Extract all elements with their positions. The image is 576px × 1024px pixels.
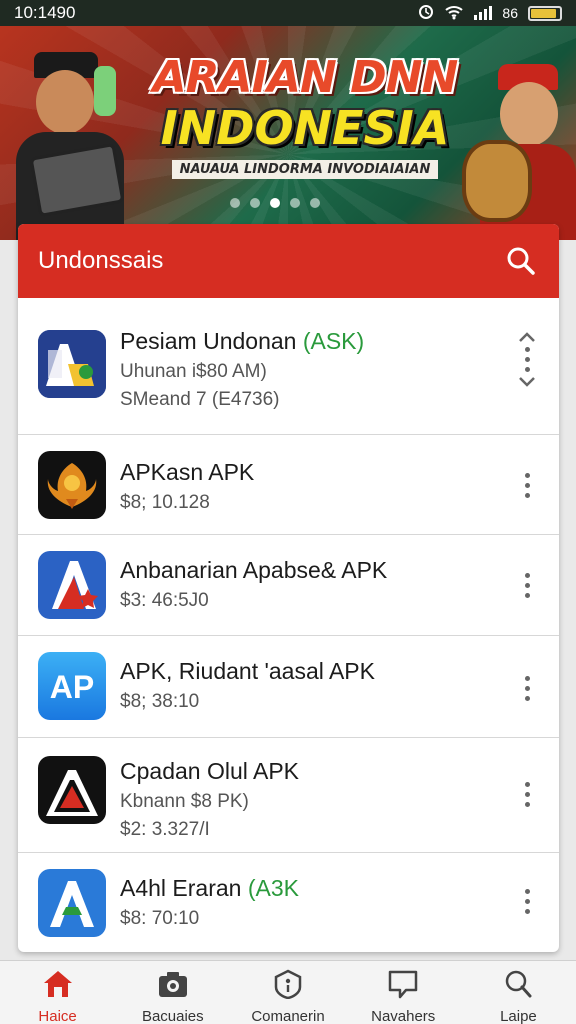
app-detail: Kbnann $8 PK)	[120, 791, 249, 812]
maracas-icon	[94, 66, 116, 116]
nav-label: Bacuaies	[141, 1008, 204, 1024]
chat-icon	[386, 969, 420, 1004]
carousel-dot[interactable]	[230, 198, 240, 208]
carousel-dot[interactable]	[310, 198, 320, 208]
list-item[interactable]: Cpadan Olul APK Kbnann $8 PK) $2: 3.327/…	[18, 738, 559, 853]
carousel-dots[interactable]	[230, 198, 320, 208]
app-name: A4hl Eraran	[120, 875, 242, 901]
app-detail: $8: 70:10	[120, 908, 200, 929]
scroll-handle[interactable]	[515, 332, 539, 387]
app-detail: Uhunan i$80 AM)	[120, 361, 267, 382]
nav-home[interactable]: Haice	[0, 961, 115, 1024]
ap-icon: AP	[38, 652, 106, 720]
nav-label: Haice	[38, 1008, 77, 1024]
app-detail: $3: 46:5J0	[120, 590, 209, 611]
more-options-icon[interactable]	[515, 889, 539, 914]
camera-icon	[156, 969, 190, 1004]
banner-title-line2: INDONESIA	[160, 101, 450, 155]
nav-bacuaies[interactable]: Bacuaies	[115, 961, 230, 1024]
app-tag: (ASK)	[302, 328, 365, 354]
app-list-card: Undonssais Pesiam Undonan (ASK) Uhunan i…	[18, 224, 559, 952]
banner-subtitle: NAUAUA LINDORMA INVODIAIAIAN	[171, 160, 439, 179]
app-name: Cpadan Olul APK	[120, 758, 300, 784]
carousel-dot[interactable]	[250, 198, 260, 208]
app-name: APK, Riudant 'aasal APK	[120, 658, 375, 684]
app-name: Anbanarian Apabse& APK	[120, 557, 388, 583]
more-options-icon[interactable]	[515, 782, 539, 807]
banner-title: ARAIAN DNN INDONESIA NAUAUA LINDORMA INV…	[140, 54, 470, 179]
app-detail: $2: 3.327/I	[120, 819, 210, 840]
person-icon	[501, 969, 535, 1004]
app-name: Pesiam Undonan	[120, 328, 297, 354]
card-title: Undonssais	[38, 247, 164, 274]
blue-a-icon	[38, 869, 106, 937]
carousel-dot[interactable]	[270, 198, 280, 208]
app-detail: $8; 10.128	[120, 492, 210, 513]
battery-icon	[528, 5, 562, 21]
nav-navahers[interactable]: Navahers	[346, 961, 461, 1024]
card-header: Undonssais	[18, 224, 559, 298]
promo-banner[interactable]: ARAIAN DNN INDONESIA NAUAUA LINDORMA INV…	[0, 26, 576, 240]
bottom-nav: Haice Bacuaies Comanerin Navahers Laipe	[0, 960, 576, 1024]
svg-text:AP: AP	[50, 669, 94, 705]
shield-icon	[271, 969, 305, 1004]
app-detail: SMeand 7 (E4736)	[120, 389, 280, 410]
alarm-icon	[418, 4, 434, 23]
nav-label: Laipe	[500, 1008, 537, 1024]
triangle-icon	[38, 756, 106, 824]
star-a-icon	[38, 551, 106, 619]
banner-left-figure	[6, 40, 136, 240]
signal-icon	[474, 6, 493, 20]
status-bar: 10:1490 86	[0, 0, 576, 26]
carousel-dot[interactable]	[290, 198, 300, 208]
app-detail: $8; 38:10	[120, 691, 200, 712]
list-item[interactable]: A4hl Eraran (A3K $8: 70:10	[18, 853, 559, 952]
na-logo-icon	[38, 330, 106, 398]
banner-title-line1: ARAIAN DNN	[152, 52, 459, 103]
carrier-label: 86	[502, 5, 518, 21]
more-options-icon[interactable]	[515, 676, 539, 701]
search-icon[interactable]	[503, 243, 539, 279]
list-item[interactable]: Pesiam Undonan (ASK) Uhunan i$80 AM) SMe…	[18, 298, 559, 435]
app-name: APKasn APK	[120, 459, 255, 485]
nav-label: Navahers	[371, 1008, 436, 1024]
nav-label: Comanerin	[251, 1008, 325, 1024]
status-time: 10:1490	[14, 3, 76, 22]
more-options-icon[interactable]	[515, 473, 539, 498]
home-icon	[41, 969, 75, 1004]
list-item[interactable]: Anbanarian Apabse& APK $3: 46:5J0	[18, 535, 559, 636]
app-tag: (A3K	[247, 875, 299, 901]
list-item[interactable]: APKasn APK $8; 10.128	[18, 435, 559, 535]
nav-comanerin[interactable]: Comanerin	[230, 961, 345, 1024]
garuda-icon	[38, 451, 106, 519]
list-item[interactable]: AP APK, Riudant 'aasal APK $8; 38:10	[18, 636, 559, 738]
more-options-icon[interactable]	[515, 573, 539, 598]
nav-laipe[interactable]: Laipe	[461, 961, 576, 1024]
wifi-icon	[444, 4, 464, 23]
